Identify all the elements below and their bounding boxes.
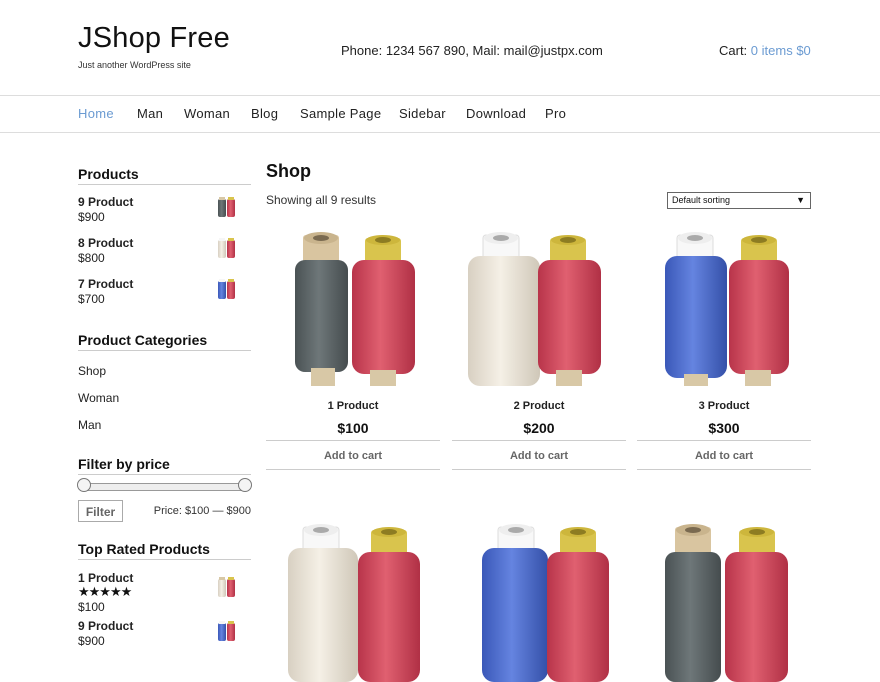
category-link-woman[interactable]: Woman xyxy=(78,391,119,405)
price-slider-max-handle[interactable] xyxy=(238,478,252,492)
category-link-shop[interactable]: Shop xyxy=(78,364,106,378)
product-price: $200 xyxy=(523,420,555,436)
cart-label: Cart: xyxy=(719,43,748,58)
nav-item-home[interactable]: Home xyxy=(78,106,114,121)
add-to-cart-button[interactable]: Add to cart xyxy=(452,440,626,470)
contact-info: Phone: 1234 567 890, Mail: mail@justpx.c… xyxy=(341,43,603,58)
cart-summary: Cart: 0 items $0 xyxy=(719,43,811,58)
product-image-blue-red-spools[interactable] xyxy=(637,230,811,390)
category-link-man[interactable]: Man xyxy=(78,418,101,432)
top-rated-widget-title: Top Rated Products xyxy=(78,541,251,560)
nav-item-man[interactable]: Man xyxy=(137,106,163,121)
site-tagline: Just another WordPress site xyxy=(78,60,191,70)
result-count: Showing all 9 results xyxy=(266,193,377,207)
nav-item-sample-page[interactable]: Sample Page xyxy=(300,106,381,121)
filter-button[interactable]: Filter xyxy=(78,500,123,522)
nav-item-blog[interactable]: Blog xyxy=(251,106,278,121)
thread-spools-thumbnail[interactable] xyxy=(217,577,237,599)
product-name[interactable]: 1 Product xyxy=(266,400,440,412)
product-price: $100 xyxy=(337,420,369,436)
top-rated-product[interactable]: 1 Product ★★★★★ $100 xyxy=(78,571,251,614)
thread-spools-thumbnail[interactable] xyxy=(217,238,237,260)
sidebar-product[interactable]: 8 Product $800 xyxy=(78,236,251,265)
price-range-label: Price: $100 — $900 xyxy=(153,505,251,517)
add-to-cart-button[interactable]: Add to cart xyxy=(266,440,440,470)
thread-spools-thumbnail[interactable] xyxy=(217,197,237,219)
thread-spools-thumbnail[interactable] xyxy=(217,621,237,643)
add-to-cart-button[interactable]: Add to cart xyxy=(637,440,811,470)
products-widget-title: Products xyxy=(78,166,251,185)
site-header: JShop Free Just another WordPress site P… xyxy=(0,0,880,96)
sorting-select[interactable]: Default sorting ▼ xyxy=(667,192,811,209)
product-image-cream-red-spools[interactable] xyxy=(266,522,440,682)
nav-item-download[interactable]: Download xyxy=(466,106,526,121)
nav-item-pro[interactable]: Pro xyxy=(545,106,566,121)
page-title: Shop xyxy=(266,161,311,181)
nav-item-woman[interactable]: Woman xyxy=(184,106,230,121)
nav-item-sidebar[interactable]: Sidebar xyxy=(399,106,446,121)
thread-spools-thumbnail[interactable] xyxy=(217,279,237,301)
product-image-cream-red-spools[interactable] xyxy=(452,230,626,390)
product-name[interactable]: 3 Product xyxy=(637,400,811,412)
top-rated-product[interactable]: 9 Product $900 xyxy=(78,619,251,648)
sidebar-product[interactable]: 7 Product $700 xyxy=(78,277,251,306)
site-title[interactable]: JShop Free xyxy=(78,22,230,55)
product-name[interactable]: 2 Product xyxy=(452,400,626,412)
sorting-selected-value: Default sorting xyxy=(672,195,731,205)
cart-total-link[interactable]: $0 xyxy=(796,43,810,58)
cart-items-link[interactable]: 0 items xyxy=(751,43,793,58)
price-slider-min-handle[interactable] xyxy=(77,478,91,492)
product-image-gray-red-spools[interactable] xyxy=(637,522,811,682)
price-slider-track[interactable] xyxy=(82,483,248,491)
categories-widget-title: Product Categories xyxy=(78,332,251,351)
main-navigation: Home Man Woman Blog Sample Page Sidebar … xyxy=(0,96,880,133)
top-rated-product-price: $100 xyxy=(78,600,105,614)
chevron-down-icon: ▼ xyxy=(796,195,805,205)
product-price: $300 xyxy=(708,420,740,436)
filter-widget-title: Filter by price xyxy=(78,456,251,475)
sidebar-product[interactable]: 9 Product $900 xyxy=(78,195,251,224)
product-image-blue-red-spools[interactable] xyxy=(452,522,626,682)
product-image-gray-red-spools[interactable] xyxy=(266,230,440,390)
